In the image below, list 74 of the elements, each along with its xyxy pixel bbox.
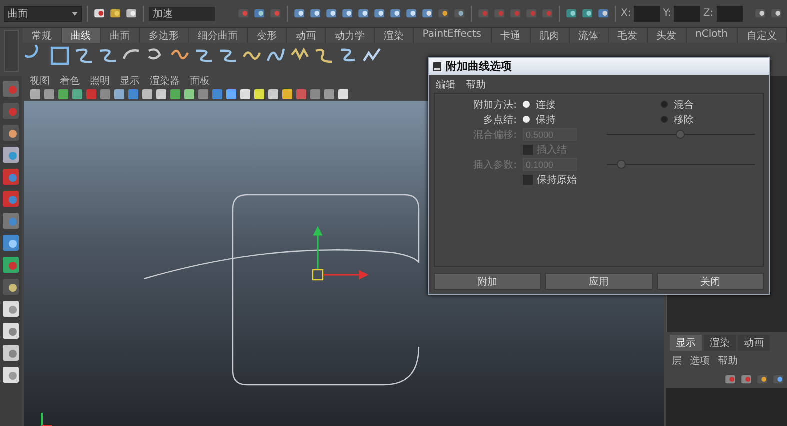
dialog-button[interactable]: 应用 [545,273,653,290]
layer-menu-item[interactable]: 选项 [690,354,710,368]
view-tool-icon[interactable] [170,89,181,100]
coordinate-field[interactable] [634,6,660,22]
nurbs-curve[interactable] [232,194,420,386]
layer-menu-item[interactable]: 层 [672,354,682,368]
view-tool-icon[interactable] [268,89,279,100]
view-tool-icon[interactable] [324,89,335,100]
shelf-tab[interactable]: 曲线 [62,28,101,43]
dialog-title-bar[interactable]: 附加曲线选项 [429,58,769,75]
radio-option[interactable]: 混合 [661,98,763,112]
coordinate-field[interactable] [674,6,700,22]
dialog-title: 附加曲线选项 [446,59,512,74]
shelf-handle[interactable] [4,30,19,72]
shelf-tab[interactable]: 常规 [22,28,62,43]
layer-panel-tab[interactable]: 动画 [738,335,770,351]
viewport-menu-item[interactable]: 视图 [30,76,50,88]
shelf-tab[interactable]: 多边形 [140,28,189,43]
radio-option[interactable]: 保持 [523,112,655,126]
curve-tool-icon[interactable] [48,45,71,67]
shelf-tab[interactable]: 渲染 [374,28,414,43]
viewport-menu-item[interactable]: 照明 [90,76,110,88]
shelf-tab[interactable]: 动画 [286,28,326,43]
viewport-menu-item[interactable]: 显示 [120,76,140,88]
coordinate-field[interactable] [716,6,743,22]
viewport-menu-item[interactable]: 渲染器 [150,76,180,88]
radio-option[interactable]: 移除 [661,112,763,126]
viewport-menu-item[interactable]: 着色 [60,76,80,88]
shelf-tab[interactable]: 肌肉 [530,28,570,43]
shelf-tab[interactable]: 流体 [570,28,609,43]
shelf-tab[interactable]: 细分曲面 [188,28,248,43]
shelf-tab[interactable]: 自定义 [738,28,787,43]
view-tool-icon[interactable] [240,89,251,100]
dialog-menu-item[interactable]: 编辑 [436,78,456,90]
view-tool-icon[interactable] [282,89,293,100]
option-label: 附加方法: [472,98,517,112]
view-tool-icon[interactable] [142,89,153,100]
dialog-button[interactable]: 关闭 [656,273,764,290]
name-field[interactable]: 加速 [149,6,215,20]
coordinate-label: Z: [703,8,714,19]
dialog-button[interactable]: 附加 [434,273,542,290]
shelf-tab[interactable]: 曲面 [100,28,140,43]
option-label: 多点结: [482,114,517,126]
shelf-tab[interactable]: 毛发 [608,28,648,43]
menu-set-dropdown[interactable]: 曲面 [4,6,82,22]
caret-icon [72,12,78,16]
view-tool-icon[interactable] [114,89,125,100]
layer-panel-tab[interactable]: 渲染 [704,335,736,351]
shelf-tab[interactable]: 头发 [648,28,687,43]
layer-panel-tab[interactable]: 显示 [670,335,702,351]
nurbs-curve[interactable] [144,250,420,280]
shelf-tab[interactable]: 变形 [248,28,287,43]
move-manipulator-drawing[interactable] [312,226,369,281]
checkbox-option[interactable]: 保持原始 [523,172,655,186]
shelf-tab[interactable]: 动力学 [326,28,375,43]
view-tool-icon[interactable] [184,89,195,100]
view-tool-icon[interactable] [72,89,83,100]
view-tool-icon[interactable] [226,89,237,100]
layer-menu-item[interactable]: 帮助 [718,354,738,368]
coordinate-label: X: [621,8,632,19]
dialog-menu-item[interactable]: 帮助 [466,78,486,90]
shelf-tab[interactable]: nCloth [686,28,738,43]
view-tool-icon[interactable] [156,89,167,100]
window-icon [433,62,442,72]
shelf-tab[interactable]: 卡通 [492,28,531,43]
view-tool-icon[interactable] [30,89,41,100]
radio-option[interactable]: 连接 [523,98,655,112]
view-tool-icon[interactable] [44,89,55,100]
view-tool-icon[interactable] [338,89,349,100]
coordinate-label: Y: [663,8,672,19]
viewport-menu-item[interactable]: 面板 [190,76,210,88]
view-tool-icon[interactable] [58,89,69,100]
view-tool-icon[interactable] [254,89,265,100]
shelf-tab[interactable]: PaintEffects [414,28,492,43]
